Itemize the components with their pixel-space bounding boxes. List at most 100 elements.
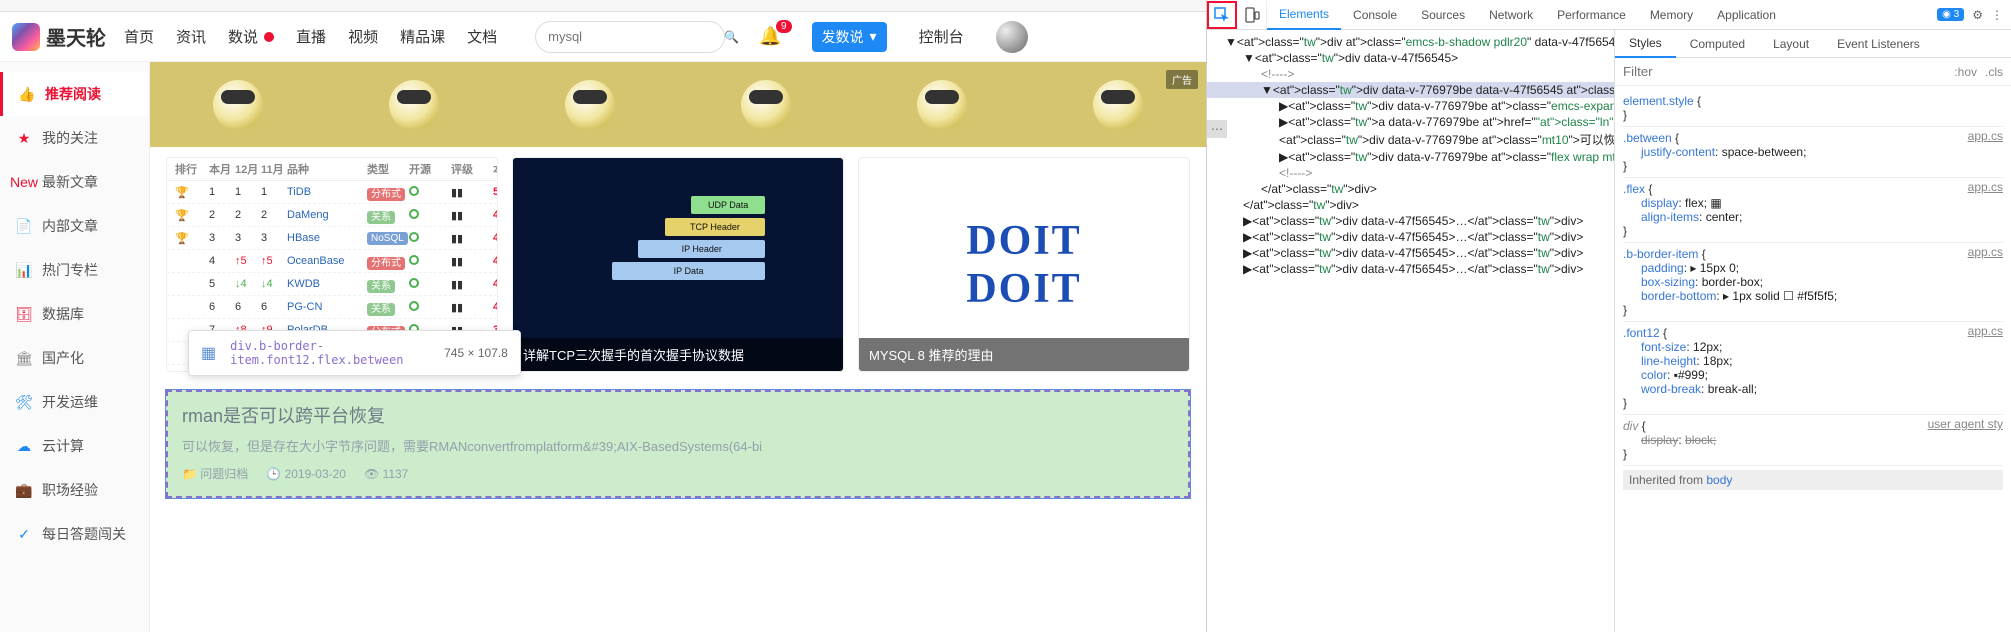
rule-source-link[interactable]: user agent sty bbox=[1928, 417, 2003, 431]
post-button[interactable]: 发数说 ▾ bbox=[812, 22, 887, 52]
devtools-tab-memory[interactable]: Memory bbox=[1638, 0, 1705, 30]
devtools-tab-console[interactable]: Console bbox=[1341, 0, 1409, 30]
style-rule[interactable]: app.cs.between {justify-content: space-b… bbox=[1623, 127, 2003, 178]
highlighted-article[interactable]: rman是否可以跨平台恢复 可以恢复，但是存在大小字节序问题，需要RMANcon… bbox=[166, 390, 1190, 498]
rank-row[interactable]: 🏆222DaMeng关系▮▮468.78455.54447.18〰 bbox=[167, 204, 497, 227]
sidebar-item[interactable]: 👍推荐阅读 bbox=[0, 72, 149, 116]
nav-首页[interactable]: 首页 bbox=[124, 26, 154, 47]
styles-tab-event listeners[interactable]: Event Listeners bbox=[1823, 30, 1934, 58]
doit-text: DOIT bbox=[966, 217, 1081, 265]
nav-数说[interactable]: 数说 bbox=[228, 26, 274, 47]
device-toolbar-button[interactable] bbox=[1237, 1, 1267, 29]
sidebar-item-label: 开发运维 bbox=[42, 392, 98, 412]
site-logo[interactable]: 墨天轮 bbox=[12, 22, 106, 51]
dom-node[interactable]: ▶<at">class="tw">div data-v-47f56545>…</… bbox=[1207, 261, 1614, 277]
devtools-tab-performance[interactable]: Performance bbox=[1545, 0, 1638, 30]
sidebar-item[interactable]: 🏛国产化 bbox=[0, 336, 149, 380]
nav-精品课[interactable]: 精品课 bbox=[400, 26, 445, 47]
sidebar-item[interactable]: 🛠开发运维 bbox=[0, 380, 149, 424]
rule-source-link[interactable]: app.cs bbox=[1968, 129, 2003, 143]
dom-node[interactable]: ▶<at">class="tw">a data-v-776979be at">h… bbox=[1207, 114, 1614, 130]
sidebar-item[interactable]: 📄内部文章 bbox=[0, 204, 149, 248]
issues-badge[interactable]: ◉ 3 bbox=[1937, 8, 1964, 21]
styles-tab-computed[interactable]: Computed bbox=[1676, 30, 1759, 58]
elements-dom-tree[interactable]: ⋯ ▼<at">class="tw">div at">class="emcs-b… bbox=[1207, 30, 1615, 632]
dom-node[interactable]: ▼<at">class="tw">div at">class="emcs-b-s… bbox=[1207, 34, 1614, 50]
sidebar-item[interactable]: 💼职场经验 bbox=[0, 468, 149, 512]
sidebar-item-label: 每日答题闯关 bbox=[42, 524, 126, 544]
tooltip-selector: div.b-border-item.font12.flex.between bbox=[230, 339, 430, 367]
rank-row[interactable]: 666PG-CN关系▮▮401.78396.44365.00〰 bbox=[167, 296, 497, 319]
search-box[interactable]: 🔍 bbox=[535, 21, 725, 53]
styles-tab-layout[interactable]: Layout bbox=[1759, 30, 1823, 58]
tooltip-dimensions: 745 × 107.8 bbox=[444, 346, 508, 360]
tcp-layer: TCP Header bbox=[665, 218, 765, 236]
style-rule[interactable]: user agent stydiv {display: block;} bbox=[1623, 415, 2003, 466]
sidebar-item[interactable]: 📊热门专栏 bbox=[0, 248, 149, 292]
post-button-label: 发数说 bbox=[822, 27, 864, 47]
sidebar-icon: ✓ bbox=[16, 526, 32, 542]
nav-直播[interactable]: 直播 bbox=[296, 26, 326, 47]
card-doit[interactable]: DOIT DOIT MYSQL 8 推荐的理由 bbox=[858, 157, 1190, 372]
dom-node[interactable]: ▶<at">class="tw">div data-v-776979be at"… bbox=[1207, 149, 1614, 165]
devtools-pane: ElementsConsoleSourcesNetworkPerformance… bbox=[1207, 0, 2011, 632]
dom-node[interactable]: ▼<at">class="tw">div data-v-47f56545> bbox=[1207, 50, 1614, 66]
dom-ellipsis-marker: ⋯ bbox=[1207, 120, 1227, 138]
card-tcp[interactable]: UDP Data TCP Header IP Header IP Data 详解… bbox=[512, 157, 844, 372]
search-icon[interactable]: 🔍 bbox=[724, 30, 739, 44]
dom-node[interactable]: ▼<at">class="tw">div data-v-776979be dat… bbox=[1207, 82, 1614, 98]
rank-row[interactable]: 🏆333HBaseNoSQL▮▮447.79441.95420.34〰 bbox=[167, 227, 497, 250]
sidebar-icon: 📄 bbox=[16, 218, 32, 234]
rule-source-link[interactable]: app.cs bbox=[1968, 245, 2003, 259]
more-icon[interactable]: ⋮ bbox=[1991, 8, 2003, 22]
rule-source-link[interactable]: app.cs bbox=[1968, 180, 2003, 194]
devtools-tab-sources[interactable]: Sources bbox=[1409, 0, 1477, 30]
dom-node[interactable]: <!----> bbox=[1207, 66, 1614, 82]
styles-tab-styles[interactable]: Styles bbox=[1615, 30, 1676, 58]
cls-toggle[interactable]: .cls bbox=[1985, 65, 2003, 79]
dom-node[interactable]: </at">class="tw">div> bbox=[1207, 181, 1614, 197]
style-rule[interactable]: app.cs.b-border-item {padding: ▸ 15px 0;… bbox=[1623, 243, 2003, 322]
notification-bell-icon[interactable]: 🔔 9 bbox=[759, 26, 781, 47]
layout-icon: ▦ bbox=[201, 343, 216, 363]
hero-banner[interactable]: 广告 bbox=[150, 62, 1206, 147]
devtools-tab-network[interactable]: Network bbox=[1477, 0, 1545, 30]
style-rule[interactable]: element.style {} bbox=[1623, 90, 2003, 127]
inspect-element-button[interactable] bbox=[1207, 1, 1237, 29]
rule-source-link[interactable]: app.cs bbox=[1968, 324, 2003, 338]
dom-node[interactable]: ▶<at">class="tw">div data-v-47f56545>…</… bbox=[1207, 245, 1614, 261]
sidebar-item[interactable]: ✓ 每日答题闯关 bbox=[0, 512, 149, 556]
card-caption: 详解TCP三次握手的首次握手协议数据 bbox=[513, 338, 843, 371]
styles-filter-input[interactable] bbox=[1623, 64, 1946, 79]
avatar[interactable] bbox=[996, 21, 1028, 53]
dom-node[interactable]: <at">class="tw">div data-v-776979be at">… bbox=[1207, 130, 1614, 149]
nav-视频[interactable]: 视频 bbox=[348, 26, 378, 47]
dom-node[interactable]: <!----> bbox=[1207, 165, 1614, 181]
style-rules-list[interactable]: element.style {}app.cs.between {justify-… bbox=[1615, 86, 2011, 632]
settings-gear-icon[interactable]: ⚙ bbox=[1972, 8, 1983, 22]
rank-row[interactable]: 4↑5↑5OceanBase分布式▮▮437.16409.85367.48〰 bbox=[167, 250, 497, 273]
nav-console[interactable]: 控制台 bbox=[919, 26, 964, 47]
inspector-tooltip: ▦ div.b-border-item.font12.flex.between … bbox=[188, 330, 521, 376]
nav-文档[interactable]: 文档 bbox=[467, 26, 497, 47]
sidebar-item[interactable]: ☁云计算 bbox=[0, 424, 149, 468]
devtools-tab-application[interactable]: Application bbox=[1705, 0, 1788, 30]
sidebar-item[interactable]: New最新文章 bbox=[0, 160, 149, 204]
dom-node[interactable]: ▶<at">class="tw">div data-v-776979be at"… bbox=[1207, 98, 1614, 114]
browser-bookmarks-bar bbox=[0, 0, 1206, 12]
sidebar-item[interactable]: 🗄数据库 bbox=[0, 292, 149, 336]
dom-node[interactable]: ▶<at">class="tw">div data-v-47f56545>…</… bbox=[1207, 213, 1614, 229]
devtools-tab-elements[interactable]: Elements bbox=[1267, 0, 1341, 30]
rank-row[interactable]: 5↓4↓4KWDB关系▮▮407.78414.57403.69〰 bbox=[167, 273, 497, 296]
rank-row[interactable]: 🏆111TiDB分布式▮▮539.28538.71506.31〰 bbox=[167, 181, 497, 204]
nav-资讯[interactable]: 资讯 bbox=[176, 26, 206, 47]
search-input[interactable] bbox=[548, 29, 724, 44]
dom-node[interactable]: ▶<at">class="tw">div data-v-47f56545>…</… bbox=[1207, 229, 1614, 245]
style-rule[interactable]: app.cs.font12 {font-size: 12px;line-heig… bbox=[1623, 322, 2003, 415]
hov-toggle[interactable]: :hov bbox=[1954, 65, 1977, 79]
sidebar-icon: 📊 bbox=[16, 262, 32, 278]
doit-text: DOIT bbox=[966, 265, 1081, 313]
sidebar-item[interactable]: ★我的关注 bbox=[0, 116, 149, 160]
dom-node[interactable]: </at">class="tw">div> bbox=[1207, 197, 1614, 213]
style-rule[interactable]: app.cs.flex {display: flex; ▦align-items… bbox=[1623, 178, 2003, 243]
